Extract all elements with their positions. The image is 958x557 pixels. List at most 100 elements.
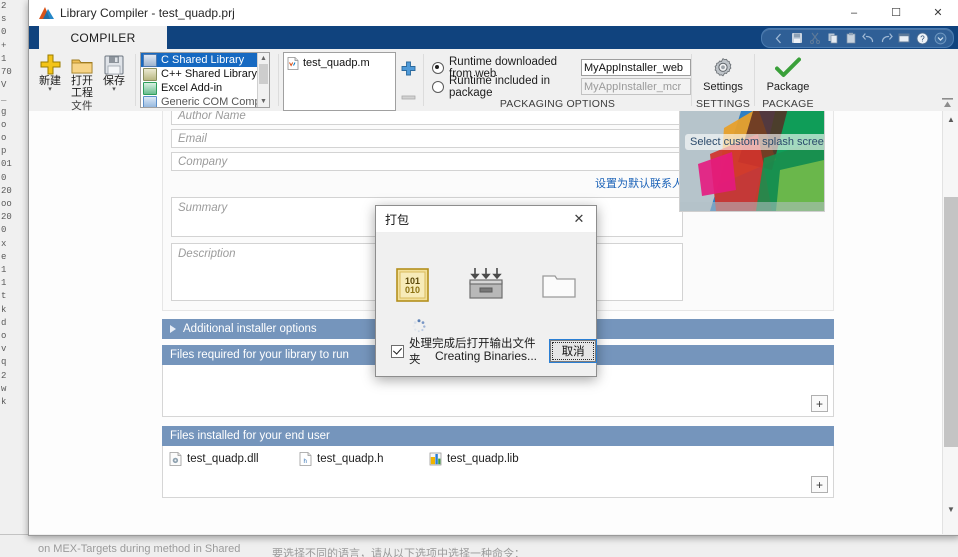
remove-function-button[interactable] bbox=[401, 90, 416, 104]
help-icon[interactable]: ? bbox=[914, 31, 931, 46]
file-name: test_quadp.h bbox=[317, 453, 384, 465]
installer-name-web-input[interactable] bbox=[581, 59, 691, 76]
files-installed-list[interactable]: test_quadp.dll h test_quadp.h bbox=[162, 446, 834, 498]
background-gutter-line: 20 bbox=[0, 211, 28, 224]
package-label: Package bbox=[767, 81, 810, 93]
svg-text:h: h bbox=[304, 459, 307, 465]
svg-text:?: ? bbox=[920, 34, 925, 43]
settings-label: Settings bbox=[703, 81, 743, 93]
chevron-down-icon[interactable]: ▾ bbox=[48, 86, 52, 94]
background-gutter-line: s bbox=[0, 13, 28, 26]
background-gutter-line: q bbox=[0, 356, 28, 369]
type-list[interactable]: C Shared Library C++ Shared Library Exce… bbox=[140, 52, 270, 108]
dialog-title-bar: 打包 ✕ bbox=[376, 206, 596, 233]
ribbon-group-settings: Settings SETTINGS bbox=[692, 49, 754, 111]
add-installed-file-button[interactable]: + bbox=[811, 476, 828, 493]
library-icon bbox=[143, 68, 157, 81]
scroll-up-arrow[interactable]: ▲ bbox=[258, 53, 269, 64]
ribbon-group-package-label: PACKAGE bbox=[755, 97, 821, 111]
cancel-button[interactable]: 取消 bbox=[550, 340, 596, 362]
type-item-c-shared-library[interactable]: C Shared Library bbox=[141, 53, 269, 67]
list-item[interactable]: test_quadp.lib bbox=[429, 452, 559, 466]
dialog-footer: 处理完成后打开输出文件夹 取消 bbox=[376, 335, 596, 367]
scroll-thumb[interactable] bbox=[944, 197, 958, 447]
progress-spinner bbox=[412, 319, 426, 333]
packaging-option-included[interactable]: Runtime included in package bbox=[432, 77, 691, 96]
dialog-body: 101 010 bbox=[376, 233, 596, 376]
list-item[interactable]: h test_quadp.h bbox=[299, 452, 429, 466]
type-list-scrollbar[interactable]: ▲ ▼ bbox=[257, 53, 269, 107]
minimize-button[interactable]: – bbox=[833, 0, 875, 25]
scroll-down-arrow[interactable]: ▼ bbox=[943, 501, 958, 518]
close-icon[interactable]: ✕ bbox=[562, 206, 596, 232]
company-field[interactable]: Company bbox=[171, 152, 683, 171]
exported-functions-list[interactable]: test_quadp.m bbox=[283, 52, 396, 111]
splash-screen-preview[interactable]: Select custom splash screen bbox=[679, 111, 825, 212]
com-icon bbox=[143, 96, 157, 109]
add-function-button[interactable] bbox=[401, 61, 416, 79]
qat-collapse-icon[interactable] bbox=[770, 31, 787, 46]
paste-icon[interactable] bbox=[842, 31, 859, 46]
close-button[interactable]: ✕ bbox=[917, 0, 958, 25]
splash-screen-label: Select custom splash screen bbox=[685, 134, 825, 150]
ribbon-group-packaging-options: Runtime downloaded from web Runtime incl… bbox=[424, 49, 691, 111]
exported-functions-buttons bbox=[396, 52, 420, 109]
background-gutter-line: o bbox=[0, 119, 28, 132]
tab-compiler[interactable]: COMPILER bbox=[39, 26, 167, 49]
window-controls: – ☐ ✕ bbox=[833, 0, 958, 25]
open-output-folder-checkbox[interactable] bbox=[391, 345, 404, 358]
radio-runtime-included[interactable] bbox=[432, 81, 444, 93]
add-required-file-button[interactable]: + bbox=[811, 395, 828, 412]
copy-icon[interactable] bbox=[824, 31, 841, 46]
set-default-contact-link[interactable]: 设置为默认联系人 bbox=[171, 175, 683, 191]
open-folder-icon bbox=[71, 53, 93, 75]
radio-runtime-web[interactable] bbox=[432, 62, 444, 74]
background-editor-window: 2s0+170V_goop01020oo200xe11tkdovq2wk bbox=[0, 0, 29, 557]
author-name-field[interactable]: Author Name bbox=[171, 111, 683, 125]
chevron-down-icon[interactable]: ▾ bbox=[112, 86, 116, 94]
redo-icon[interactable] bbox=[878, 31, 895, 46]
svg-text:010: 010 bbox=[405, 285, 420, 295]
email-field[interactable]: Email bbox=[171, 129, 683, 148]
background-gutter-line: _ bbox=[0, 92, 28, 105]
matlab-icon bbox=[39, 6, 53, 20]
dll-file-icon bbox=[169, 452, 182, 466]
section-files-installed[interactable]: Files installed for your end user bbox=[162, 426, 834, 446]
cut-icon[interactable] bbox=[806, 31, 823, 46]
type-item-excel-add-in[interactable]: Excel Add-in bbox=[141, 81, 269, 95]
scroll-down-arrow[interactable]: ▼ bbox=[258, 96, 269, 107]
collapse-ribbon-icon[interactable] bbox=[940, 97, 954, 109]
maximize-button[interactable]: ☐ bbox=[875, 0, 917, 25]
file-name: test_quadp.dll bbox=[187, 453, 259, 465]
file-row: test_quadp.dll h test_quadp.h bbox=[163, 446, 833, 466]
background-gutter-line: 0 bbox=[0, 172, 28, 185]
save-icon[interactable] bbox=[788, 31, 805, 46]
background-gutter-line: k bbox=[0, 396, 28, 409]
scroll-up-arrow[interactable]: ▲ bbox=[943, 111, 958, 128]
save-project-button[interactable]: 保存 ▾ bbox=[98, 51, 130, 94]
exported-function-item[interactable]: test_quadp.m bbox=[287, 56, 395, 70]
background-command-hint: 要选择不同的语言，请从以下选项中选择一种命令： bbox=[272, 545, 525, 557]
package-button[interactable]: Package bbox=[757, 52, 819, 93]
content-scrollbar[interactable]: ▲ ▼ bbox=[942, 111, 958, 534]
background-gutter-line: d bbox=[0, 317, 28, 330]
chevron-down-icon[interactable] bbox=[932, 31, 949, 46]
section-title: Additional installer options bbox=[183, 323, 317, 335]
scroll-thumb[interactable] bbox=[259, 64, 268, 84]
background-gutter-line: g bbox=[0, 106, 28, 119]
background-gutter-line: v bbox=[0, 343, 28, 356]
type-item-generic-com-component[interactable]: Generic COM Component bbox=[141, 95, 269, 108]
type-item-cpp-shared-library[interactable]: C++ Shared Library bbox=[141, 67, 269, 81]
list-item[interactable]: test_quadp.dll bbox=[169, 452, 299, 466]
background-gutter-line: 0 bbox=[0, 224, 28, 237]
background-gutter-line: + bbox=[0, 40, 28, 53]
background-gutter-line: V bbox=[0, 79, 28, 92]
ribbon-group-file: 新建 ▾ 打开 工程 bbox=[29, 49, 135, 111]
settings-button[interactable]: Settings bbox=[692, 52, 754, 93]
type-item-label: Generic COM Component bbox=[161, 96, 270, 108]
quick-access-toolbar: ? bbox=[761, 28, 954, 48]
undo-icon[interactable] bbox=[860, 31, 877, 46]
layout-icon[interactable] bbox=[896, 31, 913, 46]
new-project-button[interactable]: 新建 ▾ bbox=[34, 51, 66, 94]
open-project-button[interactable]: 打开 工程 bbox=[66, 51, 98, 99]
